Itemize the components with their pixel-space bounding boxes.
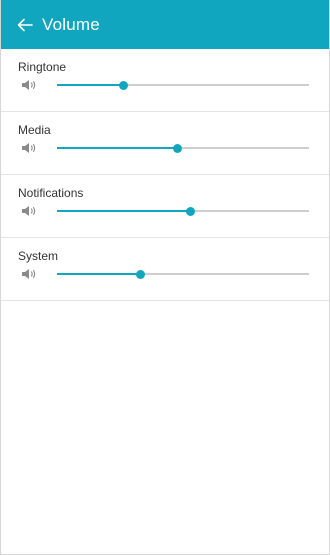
speaker-icon xyxy=(22,80,36,90)
slider-fill xyxy=(57,147,178,149)
volume-list: Ringtone Media Notifications System xyxy=(0,49,330,301)
ringtone-volume-slider[interactable] xyxy=(57,78,309,92)
slider-thumb[interactable] xyxy=(186,206,196,216)
speaker-icon xyxy=(22,143,36,153)
speaker-icon xyxy=(22,269,36,279)
volume-label-ringtone: Ringtone xyxy=(18,60,67,74)
slider-fill xyxy=(57,210,191,212)
system-volume-slider[interactable] xyxy=(57,267,309,281)
volume-label-notifications: Notifications xyxy=(18,186,84,200)
media-volume-slider[interactable] xyxy=(57,141,309,155)
volume-label-system: System xyxy=(18,249,59,263)
volume-label-media: Media xyxy=(18,123,51,137)
volume-row-notifications: Notifications xyxy=(0,175,330,238)
page-title: Volume xyxy=(42,14,100,34)
speaker-icon xyxy=(22,206,36,216)
slider-fill xyxy=(57,273,141,275)
volume-row-system: System xyxy=(0,238,330,301)
slider-thumb[interactable] xyxy=(173,143,183,153)
volume-row-ringtone: Ringtone xyxy=(0,49,330,112)
slider-thumb[interactable] xyxy=(119,80,129,90)
volume-row-media: Media xyxy=(0,112,330,175)
notifications-volume-slider[interactable] xyxy=(57,204,309,218)
back-button[interactable] xyxy=(14,14,36,36)
slider-fill xyxy=(57,84,124,86)
app-bar: Volume xyxy=(0,0,330,49)
slider-thumb[interactable] xyxy=(135,269,145,279)
arrow-left-icon xyxy=(17,18,33,31)
